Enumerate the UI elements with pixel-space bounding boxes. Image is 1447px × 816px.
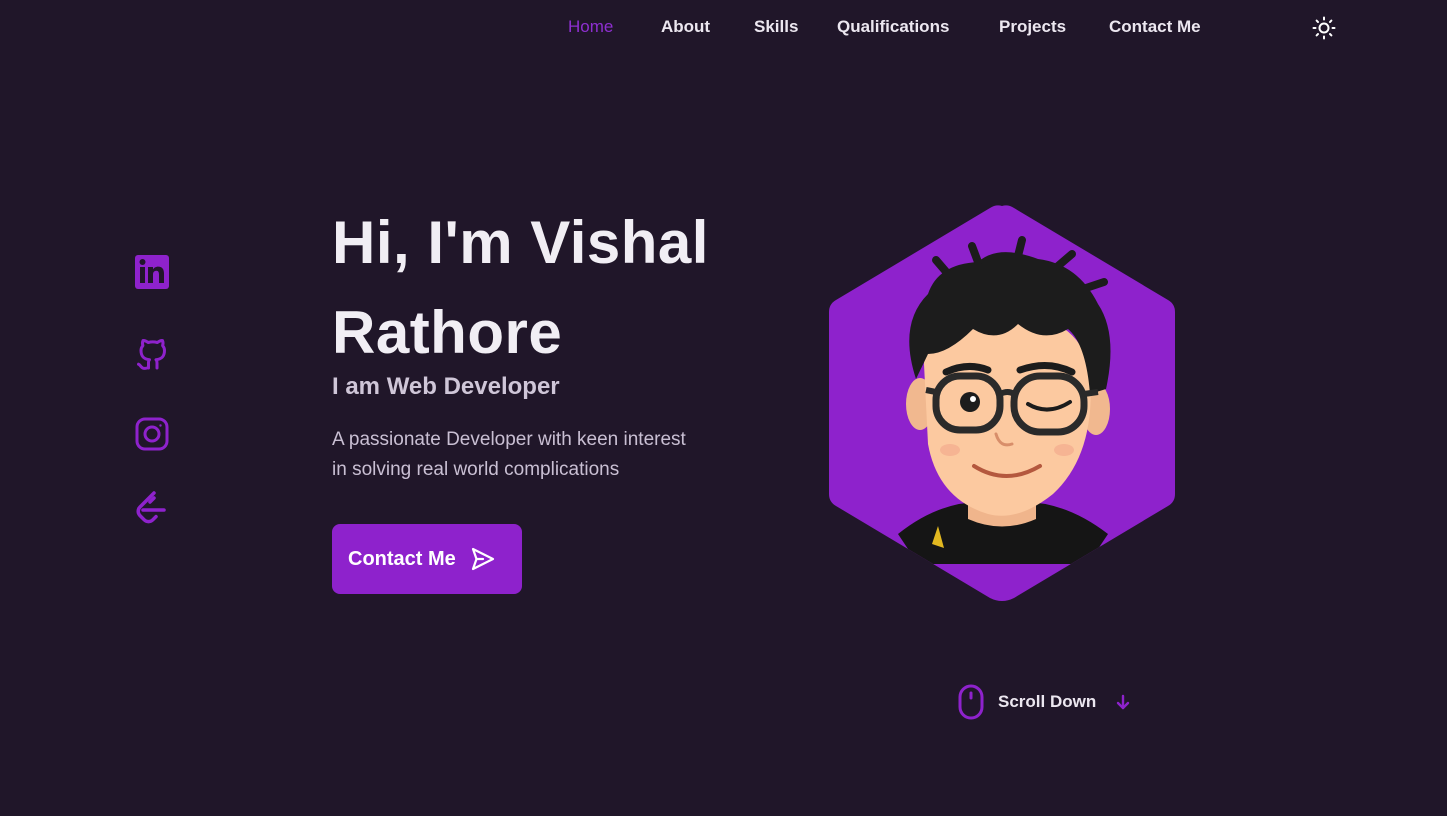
leetcode-icon xyxy=(136,491,166,524)
scroll-down-label: Scroll Down xyxy=(998,692,1097,711)
nav-projects-link[interactable]: Projects xyxy=(999,17,1066,37)
hero-title-line2: Rathore xyxy=(332,299,563,366)
leetcode-link[interactable] xyxy=(134,490,170,526)
hero-description-line2: in solving real world complications xyxy=(332,459,620,480)
hero-subtitle: I am Web Developer xyxy=(332,373,560,400)
cartoon-avatar xyxy=(829,205,1175,602)
instagram-icon xyxy=(135,417,169,451)
nav-home-link[interactable]: Home xyxy=(568,17,613,37)
hero-title-line1: Hi, I'm Vishal xyxy=(332,209,709,276)
nav-qualifications-link[interactable]: Qualifications xyxy=(837,17,949,37)
instagram-link[interactable] xyxy=(134,416,170,452)
github-icon xyxy=(137,339,166,370)
github-link[interactable] xyxy=(134,336,170,372)
nav-skills-link[interactable]: Skills xyxy=(754,17,798,37)
hero-description-line1: A passionate Developer with keen interes… xyxy=(332,429,686,450)
avatar-hexagon xyxy=(828,204,1176,602)
contact-me-button[interactable]: Contact Me xyxy=(332,524,522,594)
hero-description: A passionate Developer with keen interes… xyxy=(332,425,772,485)
sun-icon xyxy=(1312,16,1336,40)
hero-title: Hi, I'm Vishal Rathore xyxy=(332,198,792,378)
mouse-icon xyxy=(958,684,984,720)
linkedin-link[interactable] xyxy=(134,254,170,290)
nav-contact-link[interactable]: Contact Me xyxy=(1109,17,1201,37)
theme-toggle-button[interactable] xyxy=(1312,16,1336,40)
linkedin-icon xyxy=(135,255,169,289)
scroll-down-button[interactable]: Scroll Down xyxy=(958,684,1132,720)
top-navigation: Home About Skills Qualifications Project… xyxy=(0,0,1447,58)
nav-about-link[interactable]: About xyxy=(661,17,710,37)
contact-me-label: Contact Me xyxy=(348,547,456,570)
send-icon xyxy=(471,547,494,571)
arrow-down-icon xyxy=(1117,694,1130,710)
